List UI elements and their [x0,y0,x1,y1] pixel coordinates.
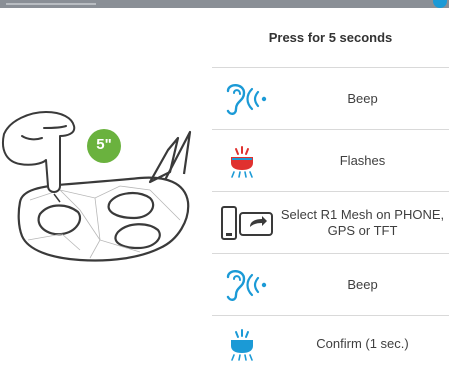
duration-badge-label: 5" [96,136,112,153]
phone-screen-icon [221,206,273,240]
top-bar-text-fragment [6,3,96,5]
info-dot-icon[interactable] [433,0,447,8]
pressing-hand [2,111,76,193]
step-row-beep-2: Beep [212,253,449,316]
device-press-illustration [2,111,192,262]
step-row-flashes: Flashes [212,129,449,192]
step-label: Select R1 Mesh on PHONE, GPS or TFT [280,207,445,238]
press-tick [53,193,61,203]
ear-sound-icon [226,270,267,301]
led-flash-icon [231,329,253,361]
ear-sound-icon [226,84,267,115]
step-row-select: Select R1 Mesh on PHONE, GPS or TFT [212,191,449,254]
panel-title: Press for 5 seconds [268,29,393,45]
step-label: Flashes [339,153,386,168]
led-flash-icon [231,146,253,178]
step-label: Beep [347,277,378,292]
instruction-panel: Press for 5 seconds Beep Flashes Select [212,14,449,380]
step-row-confirm: Confirm (1 sec.) [212,315,449,372]
top-bar [0,0,449,8]
step-label: Beep [347,91,378,106]
step-label: Confirm (1 sec.) [316,336,409,351]
step-row-beep: Beep [212,67,449,130]
